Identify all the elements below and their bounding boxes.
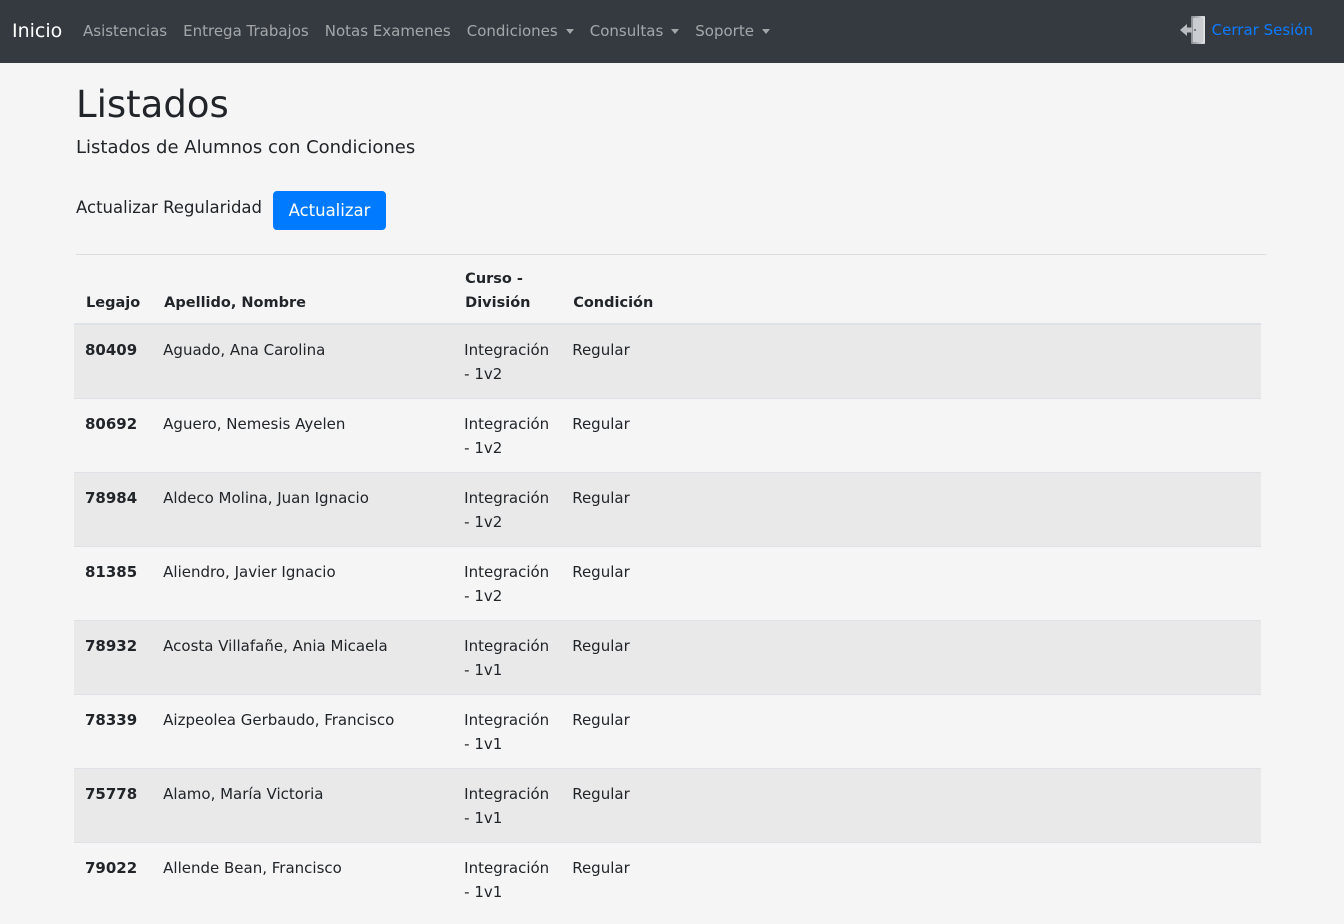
cell-condicion: Regular <box>561 472 1261 547</box>
nav-item-label: Consultas <box>589 22 664 40</box>
brand-link-inicio[interactable]: Inicio <box>12 19 62 43</box>
cell-condicion: Regular <box>561 546 1261 621</box>
cell-condicion: Regular <box>561 323 1261 399</box>
caret-down-icon <box>761 29 770 34</box>
cell-legajo: 78339 <box>74 694 153 769</box>
cell-curso: Integración - 1v2 <box>453 398 562 473</box>
nav-dropdown-soporte[interactable]: Soporte <box>695 21 770 41</box>
cell-nombre: Aliendro, Javier Ignacio <box>152 546 454 621</box>
cell-nombre: Alamo, María Victoria <box>152 768 454 843</box>
cell-curso: Integración - 1v2 <box>453 472 562 547</box>
cell-legajo: 75778 <box>74 768 153 843</box>
table-row: 78339 Aizpeolea Gerbaudo, Francisco Inte… <box>74 694 1261 769</box>
nav-item-notas-examenes[interactable]: Notas Examenes <box>325 21 451 41</box>
table-row: 81385 Aliendro, Javier Ignacio Integraci… <box>74 546 1261 621</box>
column-header-curso: Curso - División <box>453 263 562 325</box>
cell-legajo: 80409 <box>74 323 153 399</box>
top-navbar: Inicio Asistencias Entrega Trabajos Nota… <box>0 0 1344 63</box>
nav-item-label: Entrega Trabajos <box>183 22 309 40</box>
cell-condicion: Regular <box>561 842 1261 916</box>
nav-dropdown-condiciones[interactable]: Condiciones <box>467 21 574 41</box>
page-title: Listados <box>76 83 229 126</box>
cell-curso: Integración - 1v2 <box>453 546 562 621</box>
cell-nombre: Aizpeolea Gerbaudo, Francisco <box>152 694 454 769</box>
caret-down-icon <box>671 29 680 34</box>
table-row: 80409 Aguado, Ana Carolina Integración -… <box>74 323 1261 399</box>
column-header-legajo: Legajo <box>74 263 153 325</box>
cell-nombre: Aldeco Molina, Juan Ignacio <box>152 472 454 547</box>
nav-item-label: Notas Examenes <box>324 22 451 40</box>
cell-legajo: 78984 <box>74 472 153 547</box>
cell-nombre: Aguero, Nemesis Ayelen <box>152 398 454 473</box>
logout-door-icon <box>1179 16 1205 44</box>
cell-condicion: Regular <box>561 398 1261 473</box>
table-row: 79022 Allende Bean, Francisco Integració… <box>74 842 1261 916</box>
cell-curso: Integración - 1v1 <box>453 694 562 769</box>
column-header-nombre: Apellido, Nombre <box>152 263 454 325</box>
table-row: 78984 Aldeco Molina, Juan Ignacio Integr… <box>74 472 1261 547</box>
nav-dropdown-consultas[interactable]: Consultas <box>590 21 680 41</box>
nav-item-label: Condiciones <box>466 22 558 40</box>
cell-curso: Integración - 1v1 <box>453 768 562 843</box>
table-header-row: Legajo Apellido, Nombre Curso - División… <box>74 263 1261 325</box>
nav-item-asistencias[interactable]: Asistencias <box>83 21 167 41</box>
logout-link[interactable]: Cerrar Sesión <box>1178 15 1313 45</box>
cell-nombre: Acosta Villafañe, Ania Micaela <box>152 620 454 695</box>
update-button[interactable]: Actualizar <box>273 191 386 230</box>
nav-menu: Asistencias Entrega Trabajos Notas Exame… <box>83 21 786 41</box>
cell-condicion: Regular <box>561 694 1261 769</box>
cell-nombre: Aguado, Ana Carolina <box>152 323 454 399</box>
cell-curso: Integración - 1v1 <box>453 842 562 916</box>
table-row: 80692 Aguero, Nemesis Ayelen Integración… <box>74 398 1261 473</box>
logout-label: Cerrar Sesión <box>1211 21 1313 39</box>
cell-curso: Integración - 1v1 <box>453 620 562 695</box>
nav-item-label: Soporte <box>695 22 754 40</box>
update-regularity-label: Actualizar Regularidad <box>76 198 263 217</box>
nav-item-label: Asistencias <box>83 22 168 40</box>
cell-condicion: Regular <box>561 620 1261 695</box>
cell-legajo: 79022 <box>74 842 153 916</box>
cell-condicion: Regular <box>561 768 1261 843</box>
table-row: 78932 Acosta Villafañe, Ania Micaela Int… <box>74 620 1261 695</box>
section-divider <box>76 254 1266 255</box>
nav-item-entrega-trabajos[interactable]: Entrega Trabajos <box>183 21 309 41</box>
cell-curso: Integración - 1v2 <box>453 323 562 399</box>
column-header-condicion: Condición <box>561 263 1261 325</box>
caret-down-icon <box>565 29 574 34</box>
table-row: 75778 Alamo, María Victoria Integración … <box>74 768 1261 843</box>
cell-legajo: 78932 <box>74 620 153 695</box>
page-subtitle: Listados de Alumnos con Condiciones <box>76 137 416 158</box>
cell-legajo: 80692 <box>74 398 153 473</box>
students-table: Legajo Apellido, Nombre Curso - División… <box>74 263 1261 916</box>
cell-nombre: Allende Bean, Francisco <box>152 842 454 916</box>
cell-legajo: 81385 <box>74 546 153 621</box>
